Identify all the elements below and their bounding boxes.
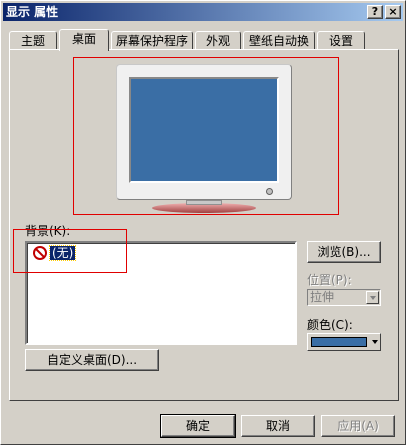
tab-screensaver[interactable]: 屏幕保护程序: [111, 31, 193, 50]
customize-desktop-button[interactable]: 自定义桌面(D)...: [25, 349, 159, 371]
highlight-box: [13, 229, 127, 273]
position-select[interactable]: 拉伸: [307, 289, 381, 306]
title-bar[interactable]: 显示 属性: [3, 3, 403, 21]
monitor-icon: [116, 64, 292, 200]
window-title: 显示 属性: [6, 5, 59, 19]
display-properties-window: 显示 属性 ? × 主题 桌面 屏幕保护程序 外观 壁纸自动换 设置 背景(K)…: [0, 0, 406, 445]
preview-area: [73, 57, 339, 215]
position-value: 拉伸: [310, 290, 335, 304]
help-button[interactable]: ?: [367, 5, 383, 19]
position-label: 位置(P):: [307, 273, 352, 287]
close-button[interactable]: ×: [385, 5, 401, 19]
tab-wallpaper-switcher[interactable]: 壁纸自动换: [243, 31, 315, 50]
cancel-button[interactable]: 取消: [241, 415, 315, 437]
chevron-down-icon: [366, 291, 379, 304]
color-swatch: [311, 337, 367, 347]
color-label: 颜色(C):: [307, 318, 353, 332]
apply-button[interactable]: 应用(A): [321, 415, 395, 437]
monitor-stand-neck: [186, 200, 222, 205]
tab-settings[interactable]: 设置: [317, 31, 365, 50]
ok-button[interactable]: 确定: [160, 414, 236, 438]
tab-appearance[interactable]: 外观: [195, 31, 241, 50]
color-picker-button[interactable]: [307, 333, 381, 351]
tab-theme[interactable]: 主题: [9, 31, 57, 50]
chevron-down-icon: [372, 340, 378, 344]
browse-button[interactable]: 浏览(B)...: [307, 241, 381, 263]
preview-screen: [129, 77, 279, 183]
power-led-icon: [266, 188, 273, 195]
tab-desktop[interactable]: 桌面: [59, 29, 109, 51]
